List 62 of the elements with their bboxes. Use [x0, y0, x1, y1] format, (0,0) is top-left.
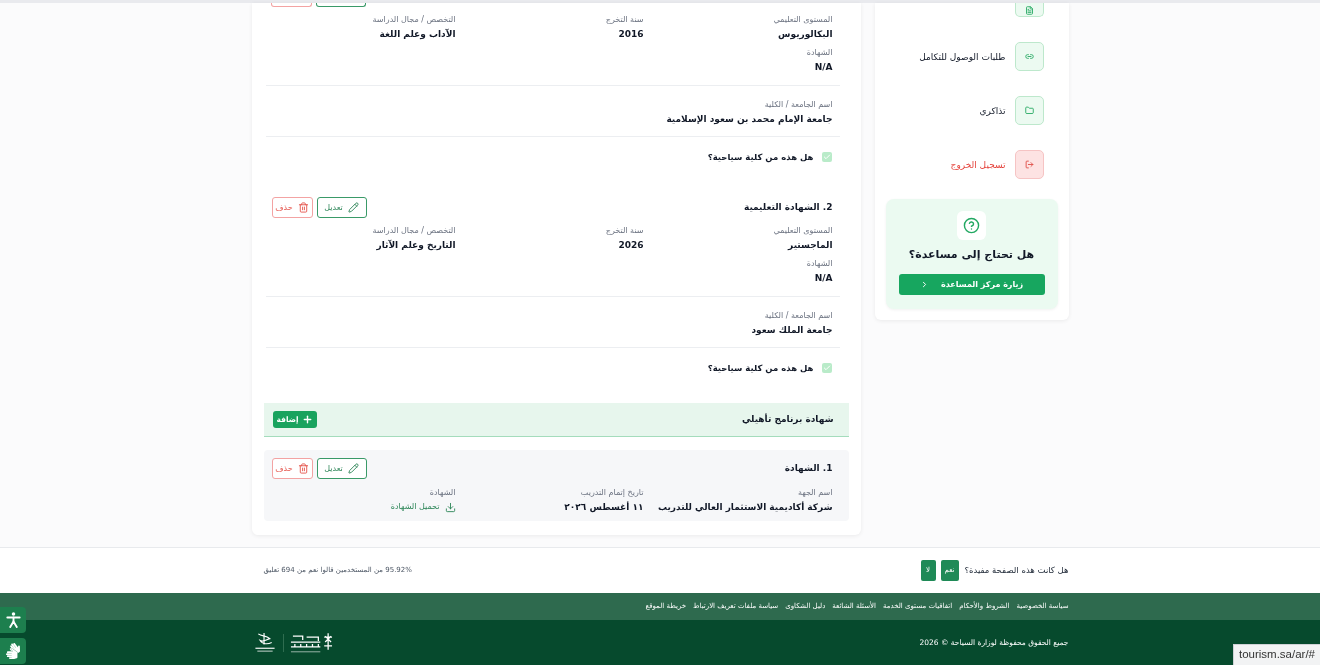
field-value: جامعة الإمام محمد بن سعود الإسلامية	[666, 113, 833, 125]
field-value: N/A	[814, 61, 833, 73]
field-label: تاريخ إتمام التدريب	[580, 488, 644, 498]
field-value: 2026	[618, 239, 644, 251]
field-value: شركة أكاديمية الاستثمار العالي للتدريب	[657, 501, 833, 513]
field-value: الآداب وعلم اللغة	[379, 28, 456, 40]
logout-icon	[1014, 150, 1044, 179]
plus-icon	[301, 414, 313, 425]
sign-language-button[interactable]	[0, 638, 26, 664]
field-label: المستوى التعليمي	[773, 226, 833, 236]
help-title: هل تحتاج إلى مساعدة؟	[908, 248, 1035, 262]
status-url: tourism.sa/ar/#	[1232, 644, 1320, 665]
delete-button[interactable]	[270, 3, 312, 7]
field-label: الشهادة	[806, 259, 833, 269]
help-icon	[957, 211, 986, 240]
hands-icon	[5, 643, 21, 659]
edit-button[interactable]: تعديل	[316, 458, 367, 479]
accessibility-button[interactable]	[0, 607, 26, 633]
field-value: البكالوريوس	[778, 28, 833, 40]
field-label: الشهادة	[429, 488, 456, 498]
field-value: جامعة الملك سعود	[751, 324, 833, 336]
field-label: التخصص / مجال الدراسة	[372, 15, 456, 25]
checkbox-label: هل هذه من كلية سياحية؟	[707, 150, 814, 164]
checkbox-label: هل هذه من كلية سياحية؟	[707, 361, 814, 375]
person-icon	[5, 612, 21, 628]
sidebar-link[interactable]: تسجيل الخروج	[885, 150, 1058, 179]
field-label: المستوى التعليمي	[773, 15, 833, 25]
edit-button[interactable]: تعديل	[316, 197, 367, 218]
delete-button[interactable]: حذف	[271, 197, 313, 218]
item-title: 2. الشهادة التعليمية	[743, 200, 833, 214]
logo	[288, 631, 334, 654]
folder-icon	[1014, 96, 1044, 125]
field-label: اسم الجامعة / الكلية	[764, 100, 833, 110]
pencil-icon	[347, 202, 359, 213]
checkbox[interactable]	[821, 152, 832, 162]
field-label: الشهادة	[806, 48, 833, 58]
trash-icon	[297, 202, 309, 213]
help-center-button[interactable]: زيارة مركز المساعدة	[898, 274, 1045, 295]
download-icon	[444, 501, 456, 513]
field-value: الماجستير	[788, 239, 833, 251]
trash-icon	[297, 463, 309, 474]
field-label: سنة التخرج	[605, 15, 644, 25]
edit-button[interactable]	[315, 3, 366, 7]
field-label: اسم الجهة	[797, 488, 833, 498]
field-value: التاريخ وعلم الآثار	[376, 239, 456, 251]
field-label: اسم الجامعة / الكلية	[764, 311, 833, 321]
field-value: 2016	[618, 28, 644, 40]
section-title: شهادة برنامج تأهيلي	[741, 412, 834, 427]
pencil-icon	[347, 463, 359, 474]
field-label: التخصص / مجال الدراسة	[372, 226, 456, 236]
sidebar-link[interactable]: طلبات الوصول للتكامل	[885, 42, 1058, 71]
document-icon	[1014, 3, 1044, 17]
link-icon	[1014, 42, 1044, 71]
delete-button[interactable]: حذف	[271, 458, 313, 479]
feedback-question: هل كانت هذه الصفحة مفيدة؟	[964, 564, 1069, 577]
field-value: ١١ أغسطس ٢٠٢٦	[564, 501, 644, 513]
checkbox[interactable]	[821, 363, 832, 373]
item-title: 1. الشهادة	[784, 461, 833, 475]
download-link[interactable]: تحميل الشهادة	[390, 501, 456, 513]
field-value: N/A	[814, 272, 833, 284]
field-label: سنة التخرج	[605, 226, 644, 236]
sidebar-link[interactable]: تذاكري	[885, 96, 1058, 125]
